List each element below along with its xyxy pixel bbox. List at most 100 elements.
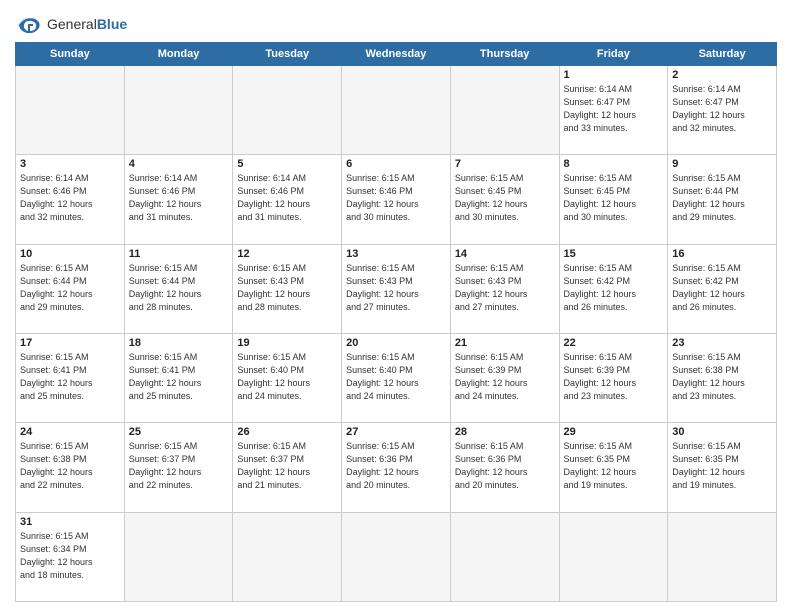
day-info: Sunrise: 6:15 AM Sunset: 6:44 PM Dayligh…	[129, 262, 229, 314]
day-number: 19	[237, 337, 337, 349]
day-info: Sunrise: 6:15 AM Sunset: 6:42 PM Dayligh…	[564, 262, 664, 314]
day-number: 14	[455, 248, 555, 260]
day-info: Sunrise: 6:15 AM Sunset: 6:37 PM Dayligh…	[129, 440, 229, 492]
weekday-header-sunday: Sunday	[16, 43, 125, 66]
calendar-day-cell	[450, 66, 559, 155]
day-info: Sunrise: 6:15 AM Sunset: 6:44 PM Dayligh…	[672, 172, 772, 224]
day-info: Sunrise: 6:15 AM Sunset: 6:46 PM Dayligh…	[346, 172, 446, 224]
calendar-day-cell	[233, 66, 342, 155]
calendar-day-cell: 22 Sunrise: 6:15 AM Sunset: 6:39 PM Dayli…	[559, 333, 668, 422]
day-info: Sunrise: 6:15 AM Sunset: 6:44 PM Dayligh…	[20, 262, 120, 314]
day-info: Sunrise: 6:15 AM Sunset: 6:41 PM Dayligh…	[129, 351, 229, 403]
day-number: 13	[346, 248, 446, 260]
calendar-day-cell	[233, 512, 342, 601]
logo-text-block: GeneralBlue	[47, 17, 127, 32]
calendar-day-cell: 15 Sunrise: 6:15 AM Sunset: 6:42 PM Dayli…	[559, 244, 668, 333]
calendar-day-cell: 4Sunrise: 6:14 AM Sunset: 6:46 PM Daylig…	[124, 155, 233, 244]
day-number: 25	[129, 426, 229, 438]
calendar-week-row: 1Sunrise: 6:14 AM Sunset: 6:47 PM Daylig…	[16, 66, 777, 155]
calendar-day-cell: 30 Sunrise: 6:15 AM Sunset: 6:35 PM Dayli…	[668, 423, 777, 512]
calendar-day-cell	[668, 512, 777, 601]
weekday-header-saturday: Saturday	[668, 43, 777, 66]
day-info: Sunrise: 6:15 AM Sunset: 6:39 PM Dayligh…	[564, 351, 664, 403]
day-info: Sunrise: 6:15 AM Sunset: 6:35 PM Dayligh…	[672, 440, 772, 492]
weekday-header-tuesday: Tuesday	[233, 43, 342, 66]
day-info: Sunrise: 6:15 AM Sunset: 6:43 PM Dayligh…	[237, 262, 337, 314]
day-number: 30	[672, 426, 772, 438]
calendar-day-cell: 25 Sunrise: 6:15 AM Sunset: 6:37 PM Dayli…	[124, 423, 233, 512]
calendar-day-cell: 23Sunrise: 6:15 AM Sunset: 6:38 PM Dayli…	[668, 333, 777, 422]
weekday-header-monday: Monday	[124, 43, 233, 66]
calendar-day-cell: 5Sunrise: 6:14 AM Sunset: 6:46 PM Daylig…	[233, 155, 342, 244]
calendar-day-cell: 27 Sunrise: 6:15 AM Sunset: 6:36 PM Dayli…	[342, 423, 451, 512]
day-info: Sunrise: 6:14 AM Sunset: 6:46 PM Dayligh…	[20, 172, 120, 224]
day-number: 26	[237, 426, 337, 438]
day-number: 28	[455, 426, 555, 438]
generalblue-logo-icon	[15, 14, 43, 36]
day-info: Sunrise: 6:15 AM Sunset: 6:35 PM Dayligh…	[564, 440, 664, 492]
day-number: 15	[564, 248, 664, 260]
calendar-week-row: 3 Sunrise: 6:14 AM Sunset: 6:46 PM Daylig…	[16, 155, 777, 244]
calendar-day-cell: 1Sunrise: 6:14 AM Sunset: 6:47 PM Daylig…	[559, 66, 668, 155]
logo-general: General	[47, 16, 97, 32]
day-number: 8	[564, 158, 664, 170]
day-number: 10	[20, 248, 120, 260]
day-info: Sunrise: 6:15 AM Sunset: 6:42 PM Dayligh…	[672, 262, 772, 314]
calendar-day-cell: 21 Sunrise: 6:15 AM Sunset: 6:39 PM Dayli…	[450, 333, 559, 422]
day-info: Sunrise: 6:15 AM Sunset: 6:39 PM Dayligh…	[455, 351, 555, 403]
calendar-day-cell: 13Sunrise: 6:15 AM Sunset: 6:43 PM Dayli…	[342, 244, 451, 333]
calendar-day-cell: 3 Sunrise: 6:14 AM Sunset: 6:46 PM Daylig…	[16, 155, 125, 244]
calendar-table: SundayMondayTuesdayWednesdayThursdayFrid…	[15, 42, 777, 602]
calendar-day-cell: 11 Sunrise: 6:15 AM Sunset: 6:44 PM Dayli…	[124, 244, 233, 333]
calendar-day-cell: 10 Sunrise: 6:15 AM Sunset: 6:44 PM Dayli…	[16, 244, 125, 333]
calendar-week-row: 31 Sunrise: 6:15 AM Sunset: 6:34 PM Dayli…	[16, 512, 777, 601]
day-number: 6	[346, 158, 446, 170]
day-number: 9	[672, 158, 772, 170]
page: GeneralBlue SundayMondayTuesdayWednesday…	[0, 0, 792, 612]
logo-blue: Blue	[97, 16, 127, 32]
day-info: Sunrise: 6:15 AM Sunset: 6:38 PM Dayligh…	[20, 440, 120, 492]
calendar-day-cell: 18 Sunrise: 6:15 AM Sunset: 6:41 PM Dayli…	[124, 333, 233, 422]
day-info: Sunrise: 6:14 AM Sunset: 6:47 PM Dayligh…	[672, 83, 772, 135]
calendar-day-cell	[124, 66, 233, 155]
day-number: 7	[455, 158, 555, 170]
calendar-week-row: 10 Sunrise: 6:15 AM Sunset: 6:44 PM Dayli…	[16, 244, 777, 333]
calendar-day-cell: 16Sunrise: 6:15 AM Sunset: 6:42 PM Dayli…	[668, 244, 777, 333]
day-number: 3	[20, 158, 120, 170]
calendar-day-cell: 17Sunrise: 6:15 AM Sunset: 6:41 PM Dayli…	[16, 333, 125, 422]
calendar-day-cell: 24Sunrise: 6:15 AM Sunset: 6:38 PM Dayli…	[16, 423, 125, 512]
calendar-week-row: 24Sunrise: 6:15 AM Sunset: 6:38 PM Dayli…	[16, 423, 777, 512]
day-info: Sunrise: 6:15 AM Sunset: 6:34 PM Dayligh…	[20, 530, 120, 582]
header: GeneralBlue	[15, 10, 777, 36]
calendar-day-cell: 12 Sunrise: 6:15 AM Sunset: 6:43 PM Dayli…	[233, 244, 342, 333]
calendar-day-cell: 20Sunrise: 6:15 AM Sunset: 6:40 PM Dayli…	[342, 333, 451, 422]
calendar-day-cell: 29Sunrise: 6:15 AM Sunset: 6:35 PM Dayli…	[559, 423, 668, 512]
calendar-day-cell: 14Sunrise: 6:15 AM Sunset: 6:43 PM Dayli…	[450, 244, 559, 333]
day-info: Sunrise: 6:15 AM Sunset: 6:40 PM Dayligh…	[237, 351, 337, 403]
calendar-day-cell: 2 Sunrise: 6:14 AM Sunset: 6:47 PM Daylig…	[668, 66, 777, 155]
calendar-day-cell: 31 Sunrise: 6:15 AM Sunset: 6:34 PM Dayli…	[16, 512, 125, 601]
day-number: 2	[672, 69, 772, 81]
calendar-day-cell	[342, 66, 451, 155]
day-number: 22	[564, 337, 664, 349]
day-number: 27	[346, 426, 446, 438]
calendar-day-cell	[559, 512, 668, 601]
day-info: Sunrise: 6:15 AM Sunset: 6:36 PM Dayligh…	[346, 440, 446, 492]
day-number: 18	[129, 337, 229, 349]
calendar-day-cell: 6 Sunrise: 6:15 AM Sunset: 6:46 PM Daylig…	[342, 155, 451, 244]
day-number: 21	[455, 337, 555, 349]
day-info: Sunrise: 6:15 AM Sunset: 6:37 PM Dayligh…	[237, 440, 337, 492]
day-info: Sunrise: 6:14 AM Sunset: 6:46 PM Dayligh…	[129, 172, 229, 224]
weekday-header-wednesday: Wednesday	[342, 43, 451, 66]
calendar-day-cell: 8Sunrise: 6:15 AM Sunset: 6:45 PM Daylig…	[559, 155, 668, 244]
day-number: 31	[20, 516, 120, 528]
weekday-header-thursday: Thursday	[450, 43, 559, 66]
calendar-day-cell	[450, 512, 559, 601]
calendar-day-cell	[16, 66, 125, 155]
day-number: 12	[237, 248, 337, 260]
day-number: 11	[129, 248, 229, 260]
day-number: 20	[346, 337, 446, 349]
day-number: 5	[237, 158, 337, 170]
day-info: Sunrise: 6:15 AM Sunset: 6:45 PM Dayligh…	[455, 172, 555, 224]
calendar-week-row: 17Sunrise: 6:15 AM Sunset: 6:41 PM Dayli…	[16, 333, 777, 422]
